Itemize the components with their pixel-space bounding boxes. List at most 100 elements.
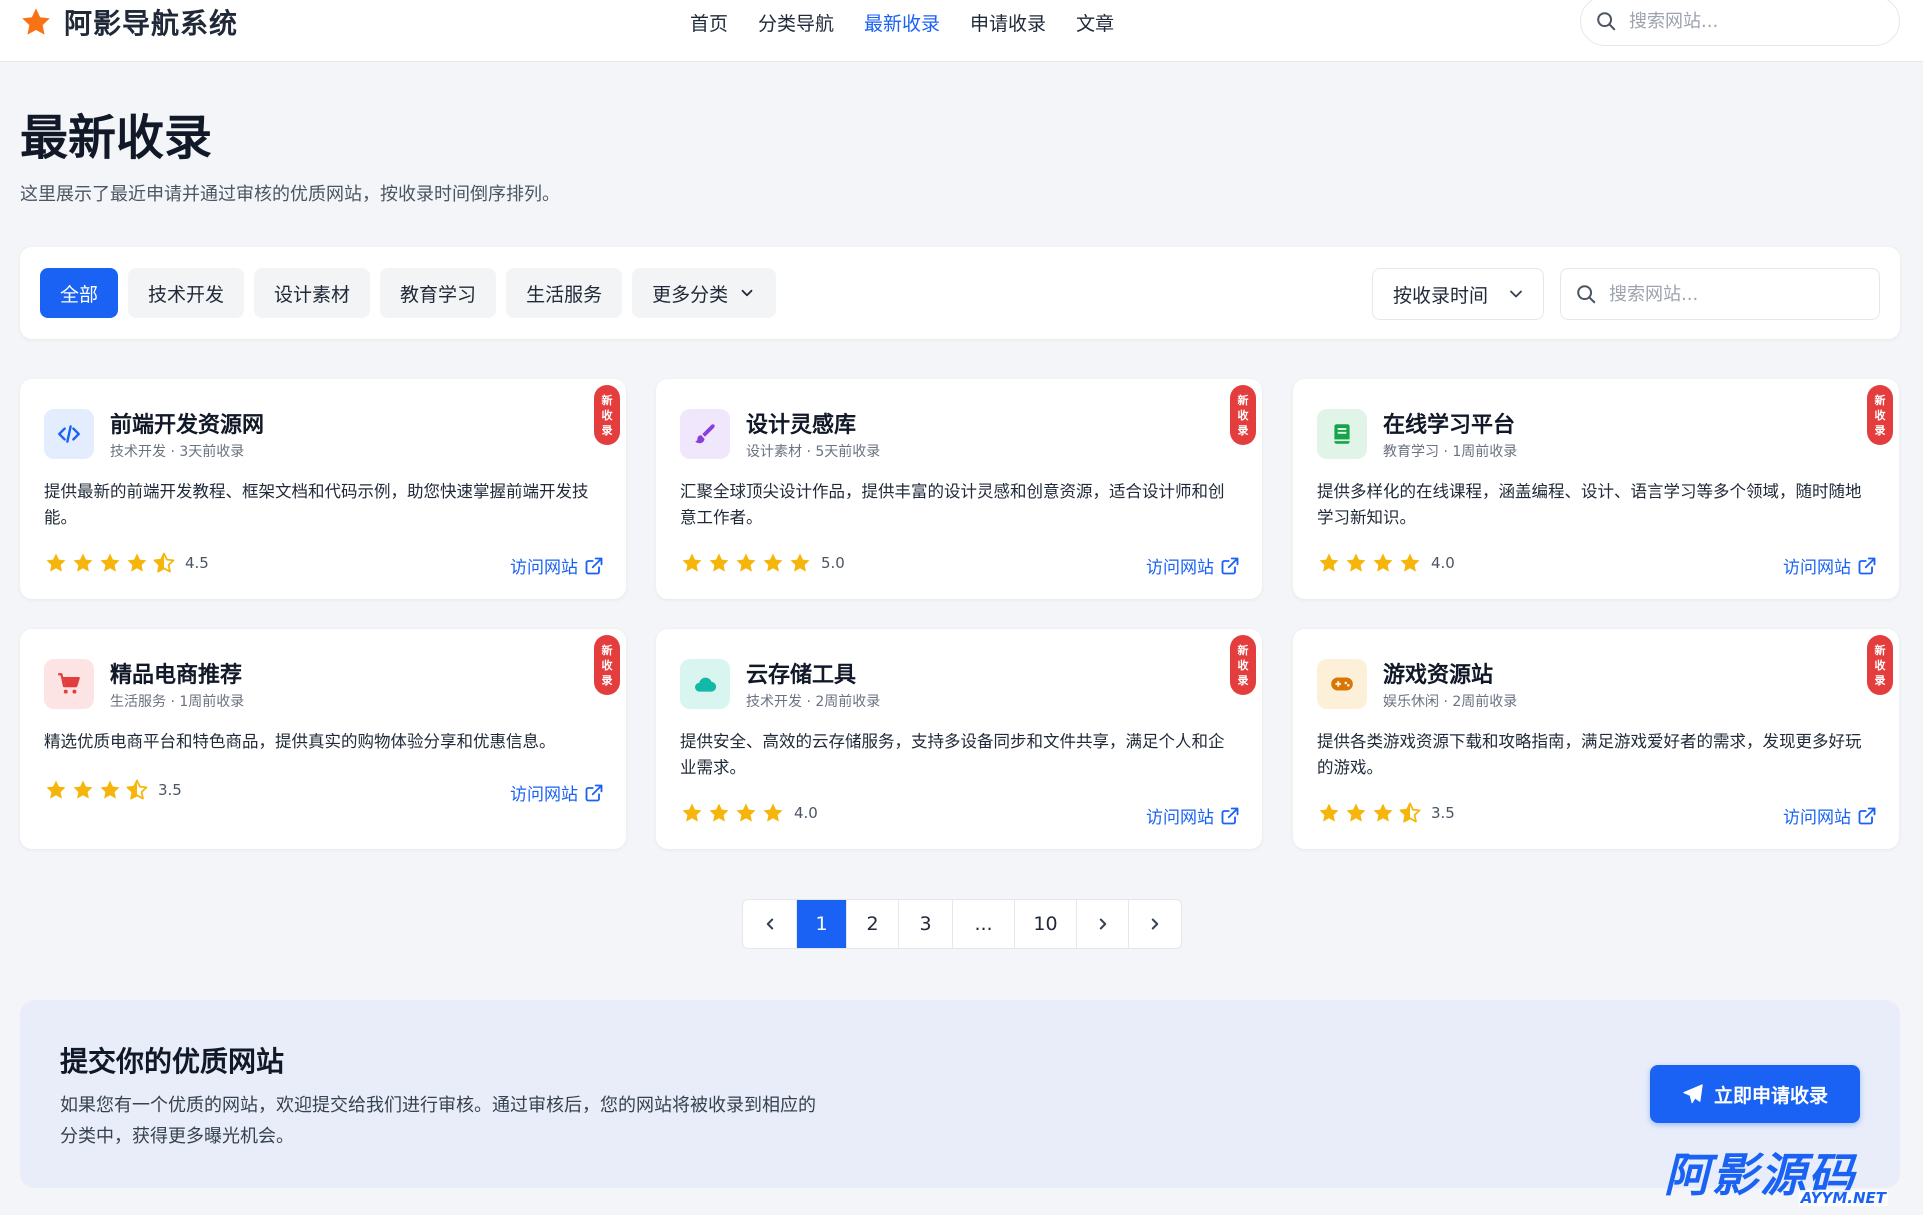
category-chip-4[interactable]: 生活服务 — [506, 268, 623, 318]
banner-description: 如果您有一个优质的网站，欢迎提交给我们进行审核。通过审核后，您的网站将被收录到相… — [60, 1095, 816, 1147]
filter-bar: 全部 技术开发 设计素材 教育学习 生活服务 更多分类 按收录时间 — [20, 247, 1900, 339]
visit-site-link[interactable]: 访问网站 — [510, 553, 604, 578]
sort-select[interactable]: 按收录时间 — [1372, 268, 1544, 320]
submit-site-banner: 提交你的优质网站 如果您有一个优质的网站，欢迎提交给我们进行审核。通过审核后，您… — [20, 1000, 1900, 1188]
rating-value: 5.0 — [821, 554, 845, 572]
card-description: 提供多样化的在线课程，涵盖编程、设计、语言学习等多个领域，随时随地学习新知识。 — [1317, 482, 1862, 527]
watermark-en: AYYM.NET — [1798, 1189, 1888, 1207]
apply-submit-button[interactable]: 立即申请收录 — [1650, 1065, 1860, 1123]
star-icon — [1400, 553, 1420, 572]
rating-value: 4.0 — [794, 804, 818, 822]
prev-page-button[interactable] — [743, 900, 797, 948]
external-link-icon — [1858, 557, 1876, 574]
star-icon — [100, 780, 120, 799]
card-title[interactable]: 设计灵感库 — [746, 407, 856, 439]
new-badge: 新收录 — [594, 635, 620, 695]
page-button-10[interactable]: 10 — [1015, 900, 1077, 948]
sort-select-label: 按收录时间 — [1393, 284, 1489, 307]
card-meta: 教育学习 · 1周前收录 — [1383, 444, 1518, 460]
visit-site-link[interactable]: 访问网站 — [1146, 803, 1240, 828]
external-link-icon — [1858, 807, 1876, 824]
site-card: 云存储工具 技术开发 · 2周前收录 提供安全、高效的云存储服务，支持多设备同步和文… — [656, 629, 1262, 849]
site-logo[interactable]: 阿影导航系统 — [20, 0, 238, 44]
card-title[interactable]: 云存储工具 — [746, 657, 856, 689]
pagination: 1 2 3... 10 — [742, 899, 1182, 949]
nav-link-1[interactable]: 分类导航 — [758, 9, 834, 36]
card-title[interactable]: 前端开发资源网 — [110, 407, 264, 439]
category-chip-3[interactable]: 教育学习 — [380, 268, 497, 318]
star-rating: 4.0 — [1317, 551, 1455, 575]
site-card: 前端开发资源网技术开发 · 3天前收录提供最新的前端开发教程、框架文档和代码示例… — [20, 379, 626, 599]
new-badge: 新收录 — [594, 385, 620, 445]
site-card: 游戏资源站 娱乐休闲 · 2周前收录 提供各类游戏资源下载和攻略指南，满足游戏爱好者… — [1293, 629, 1899, 849]
star-icon — [682, 803, 702, 822]
visit-site-link[interactable]: 访问网站 — [1783, 553, 1877, 578]
nav-link-4[interactable]: 文章 — [1076, 9, 1114, 36]
header-search-input[interactable] — [1629, 10, 1869, 32]
card-meta: 生活服务 · 1周前收录 — [110, 694, 245, 710]
visit-site-link[interactable]: 访问网站 — [1783, 803, 1877, 828]
filter-search-input[interactable] — [1609, 283, 1849, 305]
nav-link-0[interactable]: 首页 — [690, 9, 728, 36]
star-icon — [73, 553, 93, 572]
new-badge-char: 新 — [1874, 393, 1886, 407]
star-icon — [763, 803, 783, 822]
external-link-icon — [1221, 807, 1239, 824]
card-meta: 技术开发 · 3天前收录 — [110, 444, 245, 460]
nav-link-3[interactable]: 申请收录 — [970, 9, 1046, 36]
star-icon — [1373, 803, 1393, 822]
page-button-ellipsis: ... — [953, 900, 1015, 948]
page-button-1[interactable]: 1 — [797, 900, 847, 948]
visit-site-label: 访问网站 — [1783, 808, 1851, 828]
visit-site-link[interactable]: 访问网站 — [1146, 553, 1240, 578]
new-badge-char: 新 — [601, 393, 613, 407]
new-badge-char: 录 — [601, 673, 613, 687]
book-icon-box — [1317, 409, 1367, 459]
gamepad-icon — [1331, 677, 1353, 691]
category-chip-0[interactable]: 全部 — [40, 268, 119, 318]
main-nav: 首页 分类导航 最新收录 申请收录 文章 — [690, 0, 1114, 44]
star-icon — [73, 780, 93, 799]
new-badge-char: 新 — [1874, 643, 1886, 657]
new-badge-char: 录 — [1237, 673, 1249, 687]
nav-link-2[interactable]: 最新收录 — [864, 9, 940, 36]
apply-submit-label: 立即申请收录 — [1713, 1085, 1828, 1107]
more-categories-dropdown[interactable]: 更多分类 — [632, 268, 777, 318]
card-description: 提供各类游戏资源下载和攻略指南，满足游戏爱好者的需求，发现更多好玩的游戏。 — [1317, 732, 1862, 777]
page-button-3[interactable]: 3 — [899, 900, 953, 948]
header-search-box[interactable] — [1580, 0, 1900, 46]
shopping-cart-icon-box — [44, 659, 94, 709]
category-chip-2[interactable]: 设计素材 — [254, 268, 371, 318]
star-rating: 3.5 — [44, 778, 182, 802]
new-badge: 新收录 — [1230, 385, 1256, 445]
filter-search-box[interactable] — [1560, 268, 1880, 320]
chevron-right-icon — [1099, 918, 1106, 930]
card-description: 提供最新的前端开发教程、框架文档和代码示例，助您快速掌握前端开发技能。 — [44, 482, 589, 527]
star-icon — [100, 553, 120, 572]
page-button-2[interactable]: 2 — [847, 900, 899, 948]
category-chip-1[interactable]: 技术开发 — [128, 268, 245, 318]
last-page-button[interactable] — [1129, 900, 1181, 948]
shopping-cart-icon — [58, 673, 80, 694]
visit-site-label: 访问网站 — [510, 785, 578, 805]
new-badge-char: 新 — [601, 643, 613, 657]
paint-brush-icon-box — [680, 409, 730, 459]
visit-site-label: 访问网站 — [510, 558, 578, 578]
chevron-right-end-icon — [1151, 918, 1159, 930]
card-title[interactable]: 游戏资源站 — [1383, 657, 1493, 689]
new-badge: 新收录 — [1867, 385, 1893, 445]
page-description: 这里展示了最近申请并通过审核的优质网站，按收录时间倒序排列。 — [20, 184, 560, 205]
category-filter-chips: 全部 技术开发 设计素材 教育学习 生活服务 更多分类 — [40, 268, 777, 318]
card-title[interactable]: 在线学习平台 — [1383, 407, 1515, 439]
star-rating: 4.5 — [44, 551, 209, 575]
star-icon — [763, 553, 783, 572]
visit-site-link[interactable]: 访问网站 — [510, 780, 604, 805]
banner-title: 提交你的优质网站 — [60, 1045, 285, 1078]
visit-site-label: 访问网站 — [1783, 558, 1851, 578]
next-page-button[interactable] — [1077, 900, 1129, 948]
card-description: 精选优质电商平台和特色商品，提供真实的购物体验分享和优惠信息。 — [44, 732, 556, 751]
rating-value: 4.0 — [1431, 554, 1455, 572]
card-title[interactable]: 精品电商推荐 — [110, 657, 242, 689]
star-icon — [46, 553, 66, 572]
rating-value: 3.5 — [1431, 804, 1455, 822]
